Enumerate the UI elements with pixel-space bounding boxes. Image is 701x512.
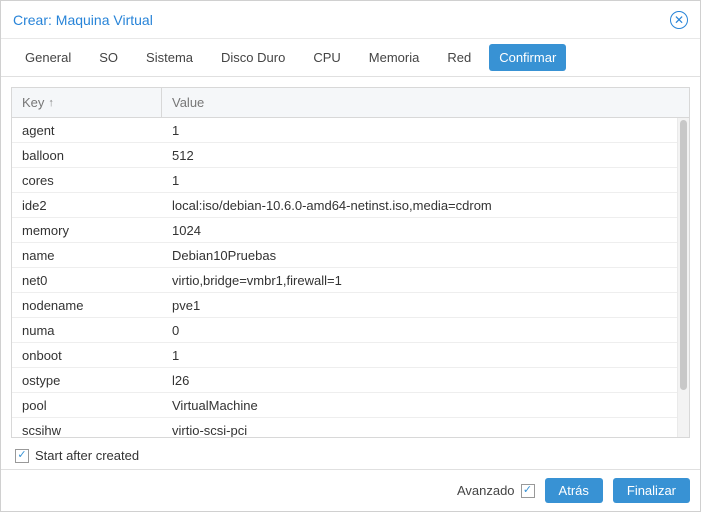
grid-body: agent1balloon512cores1ide2local:iso/debi… [12, 118, 677, 437]
tab-disco-duro[interactable]: Disco Duro [211, 44, 295, 71]
finish-button[interactable]: Finalizar [613, 478, 690, 503]
row-value: 1 [162, 169, 677, 192]
row-value: 0 [162, 319, 677, 342]
row-key: ide2 [12, 194, 162, 217]
table-row[interactable]: cores1 [12, 168, 677, 193]
start-after-checkbox[interactable]: ✓ [15, 449, 29, 463]
grid-header: Key ↑ Value [12, 88, 689, 118]
row-value: l26 [162, 369, 677, 392]
footer: Avanzado ✓ Atrás Finalizar [1, 469, 700, 511]
tab-memoria[interactable]: Memoria [359, 44, 430, 71]
row-key: pool [12, 394, 162, 417]
scrollbar-thumb[interactable] [680, 120, 687, 390]
column-header-value[interactable]: Value [162, 88, 689, 117]
table-row[interactable]: balloon512 [12, 143, 677, 168]
table-row[interactable]: poolVirtualMachine [12, 393, 677, 418]
row-value: 1 [162, 344, 677, 367]
advanced-label: Avanzado [457, 483, 515, 498]
row-key: numa [12, 319, 162, 342]
titlebar: Crear: Maquina Virtual ✕ [1, 1, 700, 39]
row-value: 1 [162, 119, 677, 142]
vertical-scrollbar[interactable] [677, 118, 689, 437]
table-row[interactable]: agent1 [12, 118, 677, 143]
start-after-label: Start after created [35, 448, 139, 463]
row-key: agent [12, 119, 162, 142]
table-row[interactable]: numa0 [12, 318, 677, 343]
row-key: ostype [12, 369, 162, 392]
dialog-window: Crear: Maquina Virtual ✕ General SO Sist… [0, 0, 701, 512]
row-value: virtio,bridge=vmbr1,firewall=1 [162, 269, 677, 292]
start-after-row: ✓ Start after created [11, 438, 690, 469]
table-row[interactable]: nameDebian10Pruebas [12, 243, 677, 268]
tab-cpu[interactable]: CPU [303, 44, 350, 71]
content-area: Key ↑ Value agent1balloon512cores1ide2lo… [1, 77, 700, 469]
wizard-tabs: General SO Sistema Disco Duro CPU Memori… [1, 39, 700, 77]
grid-body-wrapper: agent1balloon512cores1ide2local:iso/debi… [12, 118, 689, 437]
row-value: VirtualMachine [162, 394, 677, 417]
row-value: local:iso/debian-10.6.0-amd64-netinst.is… [162, 194, 677, 217]
back-button[interactable]: Atrás [545, 478, 603, 503]
table-row[interactable]: nodenamepve1 [12, 293, 677, 318]
row-key: cores [12, 169, 162, 192]
table-row[interactable]: onboot1 [12, 343, 677, 368]
close-icon[interactable]: ✕ [670, 11, 688, 29]
row-value: pve1 [162, 294, 677, 317]
table-row[interactable]: net0virtio,bridge=vmbr1,firewall=1 [12, 268, 677, 293]
row-value: 512 [162, 144, 677, 167]
sort-asc-icon: ↑ [48, 97, 54, 109]
column-header-key-label: Key [22, 95, 44, 110]
row-value: Debian10Pruebas [162, 244, 677, 267]
row-key: scsihw [12, 419, 162, 438]
row-value: 1024 [162, 219, 677, 242]
advanced-checkbox[interactable]: ✓ [521, 484, 535, 498]
tab-confirmar[interactable]: Confirmar [489, 44, 566, 71]
tab-red[interactable]: Red [437, 44, 481, 71]
row-key: name [12, 244, 162, 267]
row-value: virtio-scsi-pci [162, 419, 677, 438]
advanced-toggle: Avanzado ✓ [457, 483, 535, 498]
table-row[interactable]: ostypel26 [12, 368, 677, 393]
summary-grid: Key ↑ Value agent1balloon512cores1ide2lo… [11, 87, 690, 438]
row-key: memory [12, 219, 162, 242]
table-row[interactable]: scsihwvirtio-scsi-pci [12, 418, 677, 437]
tab-sistema[interactable]: Sistema [136, 44, 203, 71]
row-key: onboot [12, 344, 162, 367]
tab-general[interactable]: General [15, 44, 81, 71]
row-key: net0 [12, 269, 162, 292]
table-row[interactable]: memory1024 [12, 218, 677, 243]
row-key: nodename [12, 294, 162, 317]
column-header-key[interactable]: Key ↑ [12, 88, 162, 117]
row-key: balloon [12, 144, 162, 167]
window-title: Crear: Maquina Virtual [13, 12, 153, 28]
tab-so[interactable]: SO [89, 44, 128, 71]
table-row[interactable]: ide2local:iso/debian-10.6.0-amd64-netins… [12, 193, 677, 218]
